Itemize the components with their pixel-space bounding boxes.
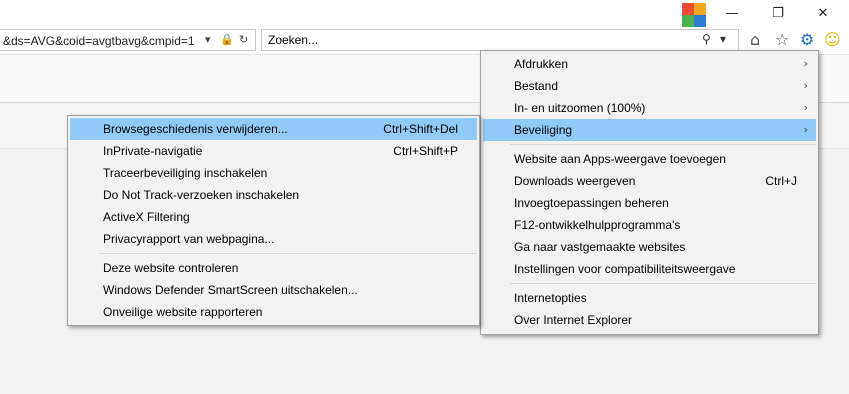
lock-icon[interactable]: 🔒 [220, 33, 234, 46]
address-bar[interactable]: &ds=AVG&coid=avgtbavg&cmpid=1 ▾ 🔒 ↻ [0, 29, 256, 51]
minimize-button[interactable]: — [717, 4, 747, 24]
menu-item-shortcut: Ctrl+Shift+P [393, 144, 458, 158]
favorites-star-icon[interactable]: ☆ [775, 30, 789, 50]
tools-menu: Afdrukken › Bestand › In- en uitzoomen (10… [480, 50, 819, 335]
menu-item-zoom[interactable]: In- en uitzoomen (100%) › [483, 97, 816, 119]
menu-item-label: Internetopties [514, 291, 587, 305]
chevron-down-icon[interactable]: ▾ [205, 33, 211, 46]
restore-button[interactable]: ❐ [763, 4, 793, 24]
address-url[interactable]: &ds=AVG&coid=avgtbavg&cmpid=1 [3, 34, 195, 48]
submenu-item-do-not-track[interactable]: Do Not Track-verzoeken inschakelen [70, 184, 477, 206]
menu-item-label: Ga naar vastgemaakte websites [514, 240, 686, 254]
menu-item-shortcut: Ctrl+Shift+Del [383, 122, 458, 136]
menu-item-downloads[interactable]: Downloads weergeven Ctrl+J [483, 170, 816, 192]
menu-item-afdrukken[interactable]: Afdrukken › [483, 53, 816, 75]
avg-logo-icon [682, 3, 706, 27]
menu-item-label: Afdrukken [514, 57, 569, 71]
close-button[interactable]: ✕ [808, 4, 838, 24]
menu-item-label: Deze website controleren [103, 261, 239, 275]
menu-item-beveiliging[interactable]: Beveiliging › [483, 119, 816, 141]
menu-item-apps-view[interactable]: Website aan Apps-weergave toevoegen [483, 148, 816, 170]
submenu-item-activex-filtering[interactable]: ActiveX Filtering [70, 206, 477, 228]
search-input[interactable] [268, 33, 668, 47]
menu-item-label: Downloads weergeven [514, 174, 636, 188]
tools-gear-icon[interactable]: ⚙ [800, 30, 814, 50]
chevron-right-icon: › [803, 101, 808, 114]
menu-item-shortcut: Ctrl+J [765, 174, 797, 188]
submenu-item-check-website[interactable]: Deze website controleren [70, 257, 477, 279]
refresh-icon[interactable]: ↻ [239, 33, 248, 46]
submenu-item-report-unsafe[interactable]: Onveilige website rapporteren [70, 301, 477, 323]
submenu-item-smartscreen[interactable]: Windows Defender SmartScreen uitschakele… [70, 279, 477, 301]
menu-item-label: Privacyrapport van webpagina... [103, 232, 275, 246]
menu-item-label: Onveilige website rapporteren [103, 305, 263, 319]
menu-item-label: Over Internet Explorer [514, 313, 633, 327]
chevron-right-icon: › [803, 79, 808, 92]
menu-item-label: Instellingen voor compatibiliteitsweerga… [514, 262, 736, 276]
menu-item-label: Bestand [514, 79, 559, 93]
submenu-item-inprivate[interactable]: InPrivate-navigatie Ctrl+Shift+P [70, 140, 477, 162]
menu-item-addons[interactable]: Invoegtoepassingen beheren [483, 192, 816, 214]
menu-item-label: Do Not Track-verzoeken inschakelen [103, 188, 300, 202]
menu-item-about-ie[interactable]: Over Internet Explorer [483, 309, 816, 331]
menu-item-label: Traceerbeveiliging inschakelen [103, 166, 268, 180]
menu-item-label: Windows Defender SmartScreen uitschakele… [103, 283, 358, 297]
search-box[interactable]: ⚲ ▾ [261, 29, 739, 51]
security-submenu: Browsegeschiedenis verwijderen... Ctrl+Sh… [67, 115, 480, 326]
menu-item-internet-options[interactable]: Internetopties [483, 287, 816, 309]
menu-separator [99, 253, 477, 254]
menu-item-label: Invoegtoepassingen beheren [514, 196, 669, 210]
chevron-right-icon: › [803, 57, 808, 70]
menu-item-pinned-sites[interactable]: Ga naar vastgemaakte websites [483, 236, 816, 258]
menu-item-label: Beveiliging [514, 123, 573, 137]
menu-item-f12-tools[interactable]: F12-ontwikkelhulpprogramma's [483, 214, 816, 236]
submenu-item-delete-history[interactable]: Browsegeschiedenis verwijderen... Ctrl+Sh… [70, 118, 477, 140]
submenu-item-privacy-report[interactable]: Privacyrapport van webpagina... [70, 228, 477, 250]
menu-item-label: F12-ontwikkelhulpprogramma's [514, 218, 681, 232]
menu-separator [510, 283, 816, 284]
menu-item-bestand[interactable]: Bestand › [483, 75, 816, 97]
chevron-down-icon[interactable]: ▾ [720, 32, 726, 46]
menu-item-label: In- en uitzoomen (100%) [514, 101, 646, 115]
menu-item-label: Website aan Apps-weergave toevoegen [514, 152, 726, 166]
title-bar: — ❐ ✕ [0, 0, 849, 27]
menu-item-compat-view[interactable]: Instellingen voor compatibiliteitsweerga… [483, 258, 816, 280]
menu-item-label: ActiveX Filtering [103, 210, 190, 224]
submenu-item-tracking-protection[interactable]: Traceerbeveiliging inschakelen [70, 162, 477, 184]
home-icon[interactable]: ⌂ [750, 30, 760, 50]
search-icon[interactable]: ⚲ [702, 32, 711, 46]
menu-item-label: Browsegeschiedenis verwijderen... [103, 122, 288, 136]
menu-separator [510, 144, 816, 145]
chevron-right-icon: › [803, 123, 808, 136]
menu-item-label: InPrivate-navigatie [103, 144, 203, 158]
feedback-smiley-icon[interactable]: ☺ [824, 30, 841, 50]
